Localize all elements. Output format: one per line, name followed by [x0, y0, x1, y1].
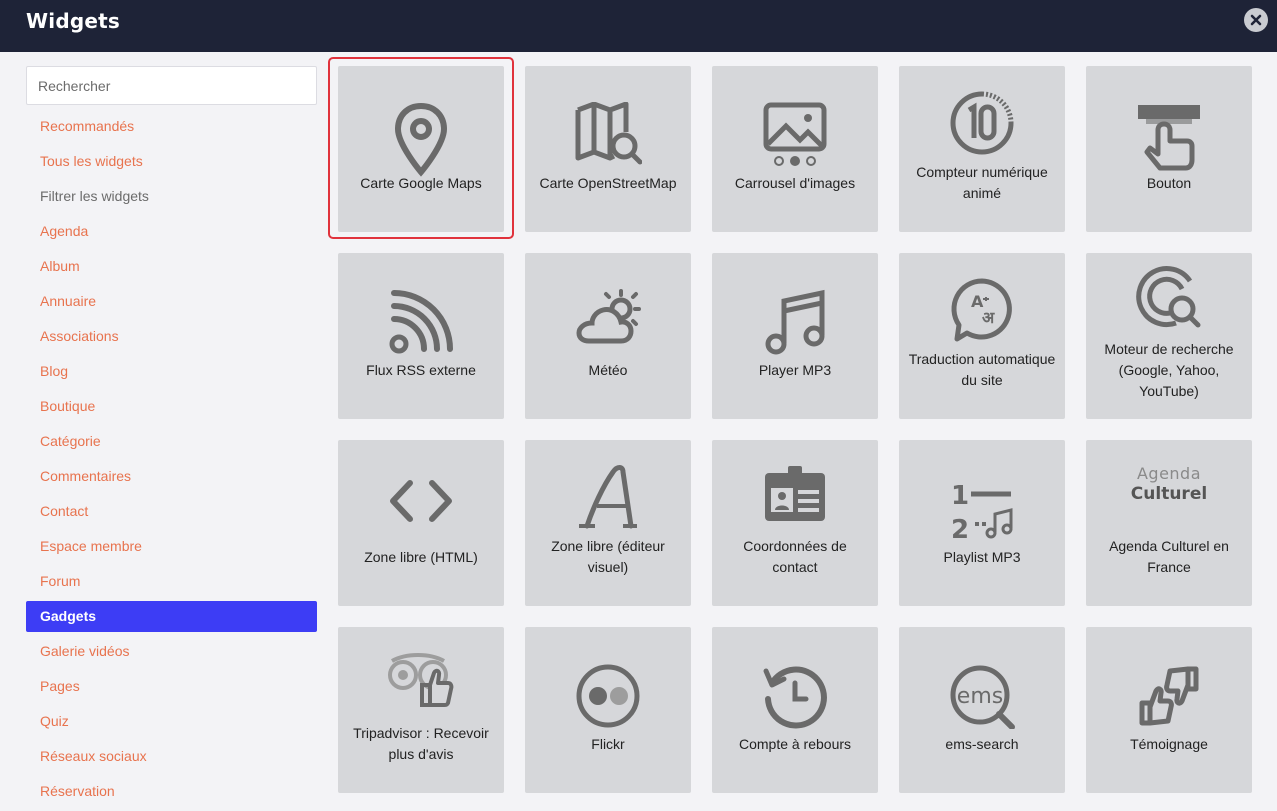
weather-icon: [575, 289, 641, 350]
widget-label: Playlist MP3: [943, 549, 1021, 565]
widget-label: Flickr: [591, 736, 625, 752]
widget-tile[interactable]: Carte OpenStreetMap: [525, 66, 691, 232]
widget-label: Bouton: [1146, 175, 1192, 191]
translate-icon: Aअ: [949, 277, 1015, 348]
category-item[interactable]: Réservation: [26, 776, 317, 807]
category-item[interactable]: Recommandés: [26, 111, 317, 142]
widget-label: Météo: [588, 362, 628, 378]
widget-tile[interactable]: Compte à rebours: [712, 627, 878, 793]
category-item[interactable]: Catégorie: [26, 426, 317, 457]
category-sidebar: Recommandés Tous les widgets Filtrer les w…: [26, 66, 317, 811]
widget-tile[interactable]: Zone libre (éditeur visuel): [525, 440, 691, 606]
category-item[interactable]: Gadgets: [26, 601, 317, 632]
category-item[interactable]: Album: [26, 251, 317, 282]
widget-label: Carrousel d'images: [734, 175, 856, 191]
ems-logo-text: ems: [957, 684, 1003, 709]
playlist-icon: 12: [949, 476, 1015, 547]
widget-tile[interactable]: Carte Google Maps: [338, 66, 504, 232]
widget-tile[interactable]: Moteur de recherche (Google, Yahoo, YouT…: [1086, 253, 1252, 419]
widget-label: Agenda Culturel en France: [1109, 538, 1229, 575]
map-search-icon: [574, 101, 643, 171]
widget-label: ems-search: [945, 736, 1019, 752]
dialog-header: Widgets: [0, 0, 1277, 52]
map-pin-icon: [393, 102, 449, 183]
widget-label: Moteur de recherche (Google, Yahoo, YouT…: [1104, 341, 1234, 399]
agenda-logo-line-1: Agenda: [1136, 464, 1202, 483]
close-button[interactable]: [1244, 8, 1268, 32]
category-item[interactable]: Forum: [26, 566, 317, 597]
category-item[interactable]: Filtrer les widgets: [26, 181, 317, 212]
widget-tile[interactable]: Flux RSS externe: [338, 253, 504, 419]
category-item[interactable]: Agenda: [26, 216, 317, 247]
widget-tile[interactable]: Tripadvisor : Recevoir plus d'avis: [338, 627, 504, 793]
widget-label: Coordonnées de contact: [743, 538, 847, 575]
countdown-icon: [762, 663, 828, 734]
widget-label: Carte OpenStreetMap: [539, 175, 677, 191]
category-item[interactable]: Réseaux sociaux: [26, 741, 317, 772]
rss-icon: [388, 289, 454, 360]
category-item[interactable]: Commentaires: [26, 461, 317, 492]
widget-label: Zone libre (HTML): [364, 549, 478, 565]
category-item[interactable]: Contact: [26, 496, 317, 527]
widget-tile[interactable]: Témoignage: [1086, 627, 1252, 793]
category-item[interactable]: Boutique: [26, 391, 317, 422]
tripadvisor-icon: [386, 651, 456, 712]
widget-tile[interactable]: Player MP3: [712, 253, 878, 419]
testimonial-icon: [1136, 663, 1202, 734]
counter-icon: [949, 90, 1015, 161]
code-icon: [388, 476, 454, 531]
category-list: Recommandés Tous les widgets Filtrer les w…: [26, 111, 317, 807]
widget-tile[interactable]: A अ Traduction automatique du site: [899, 253, 1065, 419]
widget-tile[interactable]: Flickr: [525, 627, 691, 793]
category-item[interactable]: Annuaire: [26, 286, 317, 317]
category-item[interactable]: Quiz: [26, 706, 317, 737]
category-item[interactable]: Pages: [26, 671, 317, 702]
ems-search-icon: ems: [948, 663, 1016, 734]
image-carousel-icon: [762, 102, 828, 173]
widget-label: Compte à rebours: [738, 736, 852, 752]
widget-tile[interactable]: Agenda Culturel Agenda Culturel en France: [1086, 440, 1252, 606]
widget-tile[interactable]: ems ems-search: [899, 627, 1065, 793]
dialog-title: Widgets: [26, 9, 120, 33]
widget-tile[interactable]: Bouton: [1086, 66, 1252, 232]
svg-text:2: 2: [951, 515, 969, 542]
close-icon: [1250, 14, 1262, 26]
agenda-culturel-logo: Agenda Culturel: [1129, 464, 1209, 504]
widget-tile[interactable]: Zone libre (HTML): [338, 440, 504, 606]
category-item[interactable]: Blog: [26, 356, 317, 387]
widget-tile[interactable]: Coordonnées de contact: [712, 440, 878, 606]
svg-text:1: 1: [951, 481, 969, 511]
button-click-icon: [1136, 102, 1202, 177]
widget-label: Carte Google Maps: [360, 175, 482, 191]
category-item[interactable]: Tous les widgets: [26, 146, 317, 177]
widget-label: Zone libre (éditeur visuel): [551, 538, 665, 575]
widget-label: Flux RSS externe: [366, 362, 476, 378]
widget-label: Traduction automatique du site: [908, 351, 1056, 388]
widget-tile[interactable]: 1 2 Playlist MP3: [899, 440, 1065, 606]
widget-label: Compteur numérique animé: [916, 164, 1048, 201]
svg-text:अ: अ: [982, 308, 995, 327]
search-input[interactable]: [26, 66, 317, 105]
widget-label: Player MP3: [758, 362, 832, 378]
agenda-logo-line-2: Culturel: [1130, 484, 1208, 504]
music-note-icon: [762, 289, 828, 360]
widget-tile[interactable]: Carrousel d'images: [712, 66, 878, 232]
flickr-icon: [575, 663, 641, 734]
search-engine-icon: [1136, 265, 1202, 336]
widget-tile[interactable]: Météo: [525, 253, 691, 419]
category-item[interactable]: Galerie vidéos: [26, 636, 317, 667]
category-item[interactable]: Espace membre: [26, 531, 317, 562]
contact-card-icon: [762, 464, 828, 529]
widget-label: Tripadvisor : Recevoir plus d'avis: [353, 725, 489, 762]
widget-label: Témoignage: [1130, 736, 1208, 752]
font-a-icon: [575, 464, 641, 535]
category-item[interactable]: Associations: [26, 321, 317, 352]
widget-tile[interactable]: Compteur numérique animé: [899, 66, 1065, 232]
